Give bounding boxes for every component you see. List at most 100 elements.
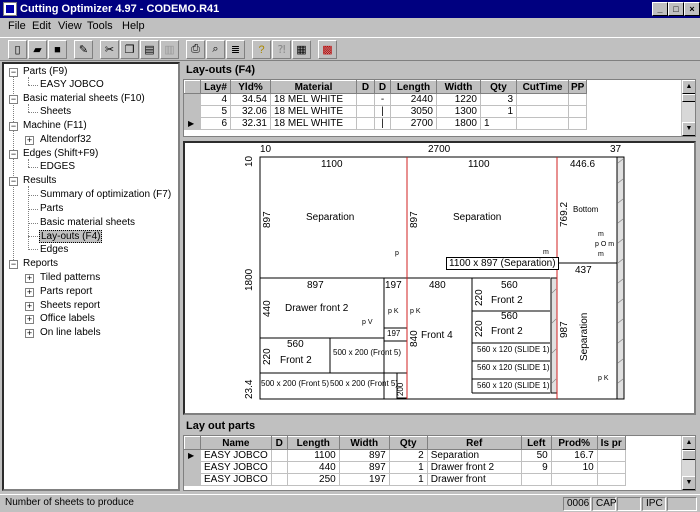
print-icon[interactable]: ⎙ [186,40,205,59]
tree-reports-tiled[interactable]: Tiled patterns [40,272,100,283]
paste-special-icon[interactable]: ▥ [160,40,179,59]
cell[interactable] [567,105,588,118]
cell[interactable]: 2 [388,449,428,462]
tree-edges[interactable]: Edges (Shift+F9) [23,148,98,159]
cell[interactable]: 32.06 [230,105,271,118]
col-left[interactable]: Left [520,436,552,450]
cell[interactable]: 10 [550,461,598,474]
collapse-machine-icon[interactable]: − [9,122,18,131]
menu-edit[interactable]: Edit [32,20,51,32]
cell[interactable] [270,473,288,486]
paste-icon[interactable]: ▤ [140,40,159,59]
menu-file[interactable]: File [8,20,26,32]
cell[interactable] [270,461,288,474]
expand-tiled-icon[interactable]: + [25,274,34,283]
copy-icon[interactable]: ❐ [120,40,139,59]
cell[interactable]: 1800 [436,117,481,130]
cell[interactable]: Drawer front [426,473,522,486]
table-row[interactable]: 5 32.06 18 MEL WHITE | 3050 1300 1 [184,105,588,118]
close-button[interactable]: × [684,2,700,16]
col-length[interactable]: Length [286,436,340,450]
scroll-down-icon[interactable]: ▼ [682,122,695,136]
cell[interactable]: 34.54 [230,93,271,106]
tree-reports-sheets[interactable]: Sheets report [40,300,100,311]
tree-reports[interactable]: Reports [23,258,58,269]
cell[interactable]: 6 [200,117,231,130]
cell[interactable]: 9 [520,461,552,474]
cell[interactable]: 440 [286,461,340,474]
tree-results-parts[interactable]: Parts [40,203,63,214]
cell[interactable] [356,105,375,118]
menu-tools[interactable]: Tools [87,20,113,32]
collapse-reports-icon[interactable]: − [9,260,18,269]
new-file-icon[interactable]: ▯ [8,40,27,59]
col-ref[interactable]: Ref [426,436,522,450]
cell[interactable] [596,473,626,486]
col-name[interactable]: Name [200,436,272,450]
cell[interactable]: 897 [338,449,390,462]
cell[interactable] [516,93,569,106]
settings-icon[interactable]: ▦ [292,40,311,59]
table-row[interactable]: EASY JOBCO 250 197 1 Drawer front [184,473,626,486]
cell[interactable] [520,473,552,486]
col-pp[interactable]: PP [567,80,588,94]
tree-results-summary[interactable]: Summary of optimization (F7) [40,189,171,200]
tree-reports-online[interactable]: On line labels [40,327,101,338]
expand-online-labels-icon[interactable]: + [25,329,34,338]
cell[interactable]: 50 [520,449,552,462]
cell[interactable]: 2700 [390,117,437,130]
expand-parts-report-icon[interactable]: + [25,288,34,297]
cell[interactable] [270,449,288,462]
print-preview-icon[interactable]: ⌕ [206,40,225,59]
cell[interactable]: 1100 [286,449,340,462]
tree-results-edges[interactable]: Edges [40,244,68,255]
cell[interactable]: 3050 [390,105,437,118]
tree-reports-parts[interactable]: Parts report [40,286,92,297]
collapse-sheets-icon[interactable]: − [9,95,18,104]
tree-parts-jobco[interactable]: EASY JOBCO [40,79,104,90]
col-qty[interactable]: Qty [480,80,517,94]
cell[interactable]: 2440 [390,93,437,106]
cell[interactable] [596,449,626,462]
cell[interactable]: 250 [286,473,340,486]
expand-sheets-report-icon[interactable]: + [25,302,34,311]
cell[interactable]: 1 [480,105,517,118]
menu-view[interactable]: View [58,20,82,32]
col-length[interactable]: Length [390,80,437,94]
cell[interactable] [356,117,375,130]
table-row[interactable]: 4 34.54 18 MEL WHITE - 2440 1220 3 [184,93,588,106]
maximize-button[interactable]: □ [668,2,684,16]
col-qty[interactable]: Qty [388,436,428,450]
cell[interactable]: 32.31 [230,117,271,130]
col-d1[interactable]: D [356,80,375,94]
layout-parts-scrollbar[interactable]: ▲ ▼ [681,436,695,490]
table-row-selected[interactable]: ▶ EASY JOBCO 1100 897 2 Separation 50 16… [184,449,626,462]
cell[interactable]: 1 [388,473,428,486]
cell[interactable]: | [374,117,391,130]
cell[interactable]: Drawer front 2 [426,461,522,474]
layout-icon[interactable]: ▩ [318,40,337,59]
cell[interactable]: 18 MEL WHITE [270,117,357,130]
cell[interactable]: 197 [338,473,390,486]
context-help-icon[interactable]: ⁈ [272,40,291,59]
col-d[interactable]: D [270,436,288,450]
tree-sheets[interactable]: Sheets [40,106,71,117]
tree-parts[interactable]: Parts (F9) [23,66,67,77]
cell[interactable]: 5 [200,105,231,118]
cell[interactable] [567,117,588,130]
save-icon[interactable]: ■ [48,40,67,59]
table-row[interactable]: EASY JOBCO 440 897 1 Drawer front 2 9 10 [184,461,626,474]
scroll-up-icon[interactable]: ▲ [682,80,695,94]
cell[interactable]: 16.7 [550,449,598,462]
cell[interactable] [567,93,588,106]
cell[interactable]: EASY JOBCO [200,449,272,462]
cell[interactable]: Separation [426,449,522,462]
cell[interactable]: 4 [200,93,231,106]
cell[interactable]: EASY JOBCO [200,461,272,474]
layouts-scrollbar[interactable]: ▲ ▼ [681,80,695,136]
scroll-down-icon[interactable]: ▼ [682,476,695,490]
tree-reports-office[interactable]: Office labels [40,313,95,324]
col-d2[interactable]: D [374,80,391,94]
collapse-parts-icon[interactable]: − [9,68,18,77]
cut-icon[interactable]: ✂ [100,40,119,59]
